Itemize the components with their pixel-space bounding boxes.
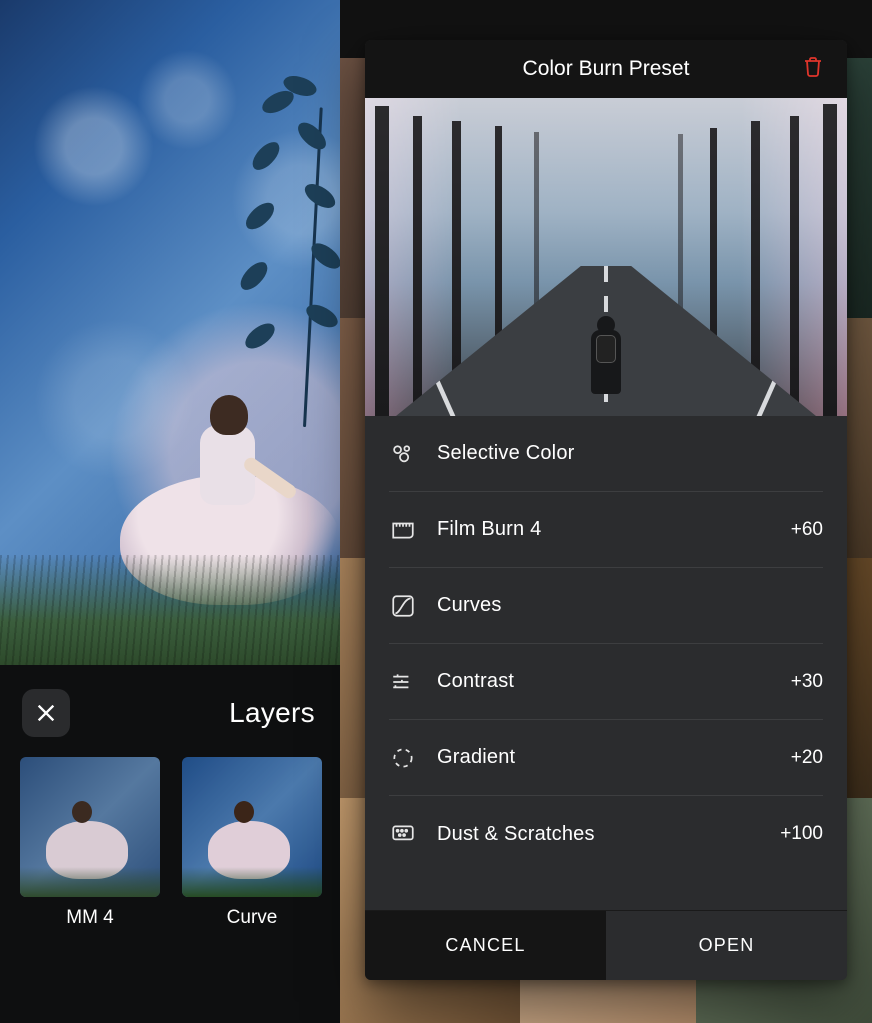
layer-thumb[interactable]: MM 4: [20, 757, 160, 929]
adjustment-row-selective-color[interactable]: Selective Color: [389, 416, 823, 492]
adjustment-label: Curves: [437, 594, 803, 617]
adjustment-value: +60: [791, 519, 823, 541]
cancel-button[interactable]: CANCEL: [365, 911, 606, 980]
preset-preview-photo: [365, 98, 847, 416]
selective-color-icon: [389, 440, 417, 468]
adjustment-value: +20: [791, 747, 823, 769]
layer-thumb-label: Curve: [227, 907, 278, 929]
adjustment-row-film-burn[interactable]: Film Burn 4 +60: [389, 492, 823, 568]
preset-header: Color Burn Preset: [365, 40, 847, 98]
open-button[interactable]: OPEN: [606, 911, 847, 980]
adjustment-value: +100: [780, 823, 823, 845]
film-burn-icon: [389, 516, 417, 544]
gradient-icon: [389, 744, 417, 772]
adjustment-label: Contrast: [437, 670, 771, 693]
curves-icon: [389, 592, 417, 620]
adjustment-row-gradient[interactable]: Gradient +20: [389, 720, 823, 796]
dust-icon: [389, 820, 417, 848]
adjustment-label: Dust & Scratches: [437, 823, 760, 846]
adjustment-label: Selective Color: [437, 442, 803, 465]
contrast-icon: [389, 668, 417, 696]
preset-title: Color Burn Preset: [523, 57, 690, 81]
adjustment-label: Film Burn 4: [437, 518, 771, 541]
preset-card: Color Burn Preset Selective Color: [365, 40, 847, 980]
trash-icon: [801, 55, 825, 79]
preset-actions: CANCEL OPEN: [365, 910, 847, 980]
adjustment-value: +30: [791, 671, 823, 693]
preset-adjustments-list: Selective Color Film Burn 4 +60 Curves: [365, 416, 847, 910]
delete-preset-button[interactable]: [801, 55, 829, 83]
layer-thumb[interactable]: Curve: [182, 757, 322, 929]
adjustment-row-curves[interactable]: Curves: [389, 568, 823, 644]
adjustment-row-dust-scratches[interactable]: Dust & Scratches +100: [389, 796, 823, 872]
adjustment-row-contrast[interactable]: Contrast +30: [389, 644, 823, 720]
layer-thumb-label: MM 4: [66, 907, 114, 929]
adjustment-label: Gradient: [437, 746, 771, 769]
